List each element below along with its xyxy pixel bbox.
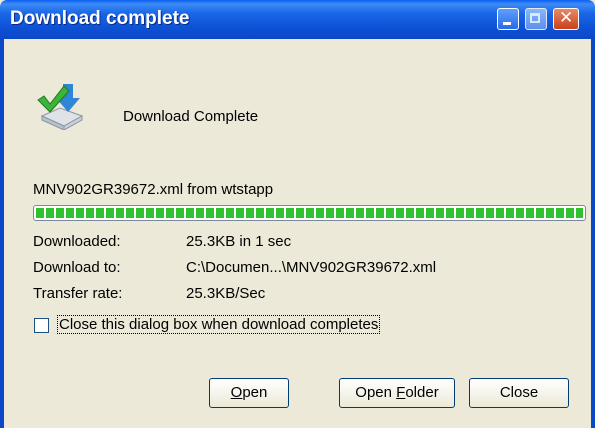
transfer-rate-value: 25.3KB/Sec (186, 285, 266, 302)
title-bar[interactable]: Download complete ✕ (0, 0, 595, 39)
open-button-accesskey: O (230, 384, 243, 401)
open-folder-button[interactable]: Open Folder (339, 378, 455, 408)
transfer-rate-label: Transfer rate: (33, 285, 123, 302)
open-button[interactable]: Open (209, 378, 289, 408)
file-source-text: MNV902GR39672.xml from wtstapp (33, 181, 274, 198)
minimize-icon[interactable] (497, 8, 519, 30)
download-progress-bar (33, 205, 586, 221)
close-icon[interactable]: ✕ (553, 8, 579, 30)
window-title: Download complete (10, 8, 190, 29)
close-button[interactable]: Close (469, 378, 569, 408)
downloaded-value: 25.3KB in 1 sec (186, 233, 292, 250)
open-folder-accesskey: F (396, 384, 406, 401)
maximize-icon[interactable] (525, 8, 547, 30)
close-when-complete-label[interactable]: Close this dialog box when download comp… (57, 315, 381, 334)
downloaded-label: Downloaded: (33, 233, 121, 250)
window-border-left (0, 39, 4, 428)
close-when-complete-checkbox[interactable] (34, 318, 49, 333)
download-complete-icon (36, 82, 88, 131)
progress-fill (36, 208, 583, 218)
download-to-label: Download to: (33, 259, 121, 276)
download-dialog: Download complete ✕ Download Complete MN… (0, 0, 595, 428)
open-folder-label-post: older (405, 384, 439, 401)
window-border-right (591, 39, 595, 428)
open-folder-label-pre: Open (355, 384, 397, 401)
status-heading: Download Complete (123, 108, 259, 125)
download-to-value: C:\Documen...\MNV902GR39672.xml (186, 259, 437, 276)
open-button-label-post: pen (242, 384, 268, 401)
